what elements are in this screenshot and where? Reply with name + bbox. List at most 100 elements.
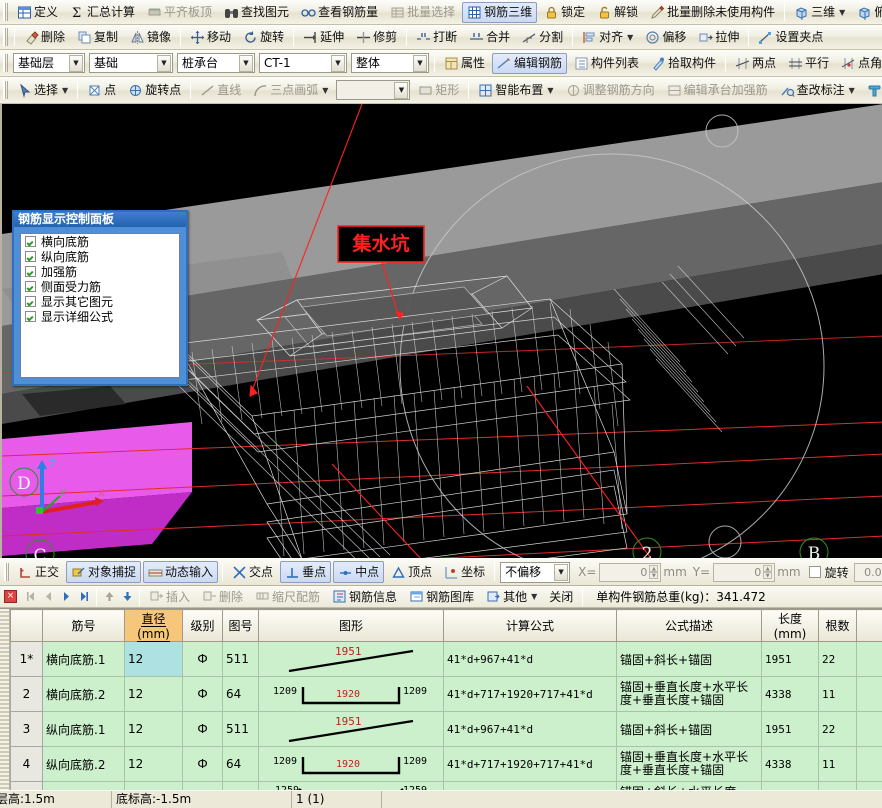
vertex-snap-button[interactable]: 顶点 [386, 561, 437, 583]
th-length[interactable]: 长度(mm) [762, 610, 819, 642]
cell-overlap[interactable] [857, 677, 882, 712]
toolbar-grip[interactable] [3, 3, 8, 21]
checkbox-row[interactable]: 侧面受力筋 [21, 279, 179, 294]
th-formula[interactable]: 计算公式 [444, 610, 617, 642]
cell-grade[interactable]: Ф [183, 747, 223, 782]
cell-diameter[interactable]: 12 [125, 677, 183, 712]
check-annotation-button[interactable]: 查改标注 ▼ [775, 80, 860, 101]
find-element-button[interactable]: 查找图元 [219, 2, 294, 23]
ortho-button[interactable]: 正交 [13, 561, 64, 583]
cell-formula[interactable]: 41*d+717+1920+717+41*d [444, 747, 617, 782]
rebar-table[interactable]: 筋号 直径(mm) 级别 图号 图形 计算公式 公式描述 长度(mm) 根数 1… [10, 609, 882, 790]
cell-count[interactable]: 11 [819, 677, 857, 712]
cell-shape[interactable]: 1209 1920 1209 [259, 677, 444, 712]
rotate-point-button[interactable]: 旋转点 [123, 80, 186, 101]
cell-formula[interactable]: 41*d+967+41*d [444, 642, 617, 677]
cell-description[interactable]: 锚固+斜长+锚固 [617, 642, 762, 677]
move-down-button[interactable] [118, 588, 136, 606]
first-record-button[interactable] [21, 588, 39, 606]
mirror-button[interactable]: 镜像 [125, 27, 176, 48]
chevron-down-icon[interactable]: ▼ [239, 55, 253, 72]
model-viewport-3d[interactable]: D C 2 B Z X Y 集水坑 [0, 104, 882, 558]
move-up-button[interactable] [100, 588, 118, 606]
last-record-button[interactable] [75, 588, 93, 606]
cell-diameter[interactable]: 12 [125, 747, 183, 782]
cell-rebar-name[interactable]: 横向底筋.2 [43, 677, 125, 712]
th-rebar-name[interactable]: 筋号 [43, 610, 125, 642]
cell-shape[interactable]: 1951 [259, 642, 444, 677]
checkbox-strengthening-bar[interactable] [25, 266, 36, 277]
cell-diameter[interactable]: 12 [125, 642, 183, 677]
batch-select-button[interactable]: 批量选择 [385, 2, 460, 23]
view-top-button[interactable]: 俯视 ▼ [852, 2, 882, 23]
cell-shape[interactable]: 1209 1920 1209 [259, 747, 444, 782]
batch-delete-unused-button[interactable]: 批量删除未使用构件 [645, 2, 780, 23]
offset-mode-select[interactable]: 不偏移 ▼ [500, 562, 570, 583]
spin-up-icon[interactable]: ▲ [763, 565, 772, 572]
checkbox-transverse-bottom-bar[interactable] [25, 236, 36, 247]
th-description[interactable]: 公式描述 [617, 610, 762, 642]
chevron-down-icon[interactable]: ▼ [331, 55, 345, 72]
checkbox-row[interactable]: 显示其它图元 [21, 294, 179, 309]
component-type-select[interactable]: 桩承台 ▼ [177, 53, 255, 73]
checkbox-show-detailed-formula[interactable] [25, 311, 36, 322]
checkbox-show-other-elements[interactable] [25, 296, 36, 307]
lock-button[interactable]: 锁定 [539, 2, 590, 23]
table-row[interactable]: 2 横向底筋.2 12 Ф 64 1209 1920 1209 41*d+717… [11, 677, 882, 712]
view-3d-button[interactable]: 三维 ▼ [789, 2, 850, 23]
cell-rebar-name[interactable]: 侧面水平筋.1 [43, 782, 125, 791]
merge-button[interactable]: 合并 [464, 27, 515, 48]
y-spinner[interactable]: ▲▼ [763, 565, 772, 579]
unlock-button[interactable]: 解锁 [592, 2, 643, 23]
break-button[interactable]: 打断 [411, 27, 462, 48]
checkbox-row[interactable]: 纵向底筋 [21, 249, 179, 264]
properties-button[interactable]: 属性 [439, 53, 490, 74]
component-select[interactable]: CT-1 ▼ [259, 53, 347, 73]
delete-row-button[interactable]: 删除 [197, 587, 248, 606]
object-snap-button[interactable]: 对象捕捉 [66, 561, 141, 583]
other-button[interactable]: 其他 ▼ [481, 587, 542, 606]
summary-calc-button[interactable]: Σ 汇总计算 [65, 2, 140, 23]
midpoint-snap-button[interactable]: 中点 [333, 561, 384, 583]
rebar-library-button[interactable]: 钢筋图库 [404, 587, 479, 606]
spin-down-icon[interactable]: ▼ [763, 572, 772, 579]
edit-rebar-button[interactable]: 编辑钢筋 [492, 53, 567, 74]
select-button[interactable]: 选择 ▼ [12, 80, 73, 101]
x-coordinate-input[interactable]: 0 ▲▼ [599, 563, 661, 582]
offset-button[interactable]: 偏移 [640, 27, 691, 48]
chevron-down-icon[interactable]: ▼ [839, 8, 845, 17]
chevron-down-icon[interactable]: ▼ [413, 55, 427, 72]
extend-button[interactable]: 延伸 [298, 27, 349, 48]
x-spinner[interactable]: ▲▼ [649, 565, 658, 579]
cell-rebar-name[interactable]: 横向底筋.1 [43, 642, 125, 677]
floor-select[interactable]: 基础层 ▼ [13, 53, 85, 73]
spin-down-icon[interactable]: ▼ [649, 572, 658, 579]
rebar-display-control-panel[interactable]: 钢筋显示控制面板 横向底筋 纵向底筋 加强筋 侧面受力筋 [12, 210, 188, 386]
toolbar-grip[interactable] [3, 81, 8, 99]
next-record-button[interactable] [57, 588, 75, 606]
spin-up-icon[interactable]: ▲ [649, 565, 658, 572]
cell-rebar-name[interactable]: 纵向底筋.1 [43, 712, 125, 747]
th-diameter[interactable]: 直径(mm) [125, 610, 183, 642]
move-button[interactable]: 移动 [185, 27, 236, 48]
category-select[interactable]: 基础 ▼ [89, 53, 173, 73]
two-point-button[interactable]: 两点 [730, 53, 781, 74]
line-button[interactable]: 直线 [195, 80, 246, 101]
flush-slab-top-button[interactable]: 平齐板顶 [142, 2, 217, 23]
toolbar-grip[interactable] [3, 54, 8, 72]
close-panel-button[interactable]: × [4, 590, 17, 603]
rotate-button[interactable]: 旋转 [238, 27, 289, 48]
rebar-table-container[interactable]: 筋号 直径(mm) 级别 图号 图形 计算公式 公式描述 长度(mm) 根数 1… [0, 608, 882, 790]
three-point-arc-button[interactable]: 三点画弧 ▼ [248, 80, 333, 101]
cell-formula[interactable]: 41*d+717+1920+717+41*d [444, 677, 617, 712]
chevron-down-icon[interactable]: ▼ [69, 55, 83, 72]
y-coordinate-input[interactable]: 0 ▲▼ [713, 563, 775, 582]
dynamic-input-button[interactable]: 动态输入 [143, 561, 218, 583]
chevron-down-icon[interactable]: ▼ [62, 86, 68, 95]
delete-button[interactable]: 删除 [19, 27, 70, 48]
table-row[interactable]: 3 纵向底筋.1 12 Ф 511 1951 41*d+967+41*d 锚固+… [11, 712, 882, 747]
toolbar-grip[interactable] [3, 28, 8, 46]
cell-shape[interactable]: 1951 [259, 712, 444, 747]
th-shape-no[interactable]: 图号 [223, 610, 259, 642]
chevron-down-icon[interactable]: ▼ [627, 33, 633, 42]
